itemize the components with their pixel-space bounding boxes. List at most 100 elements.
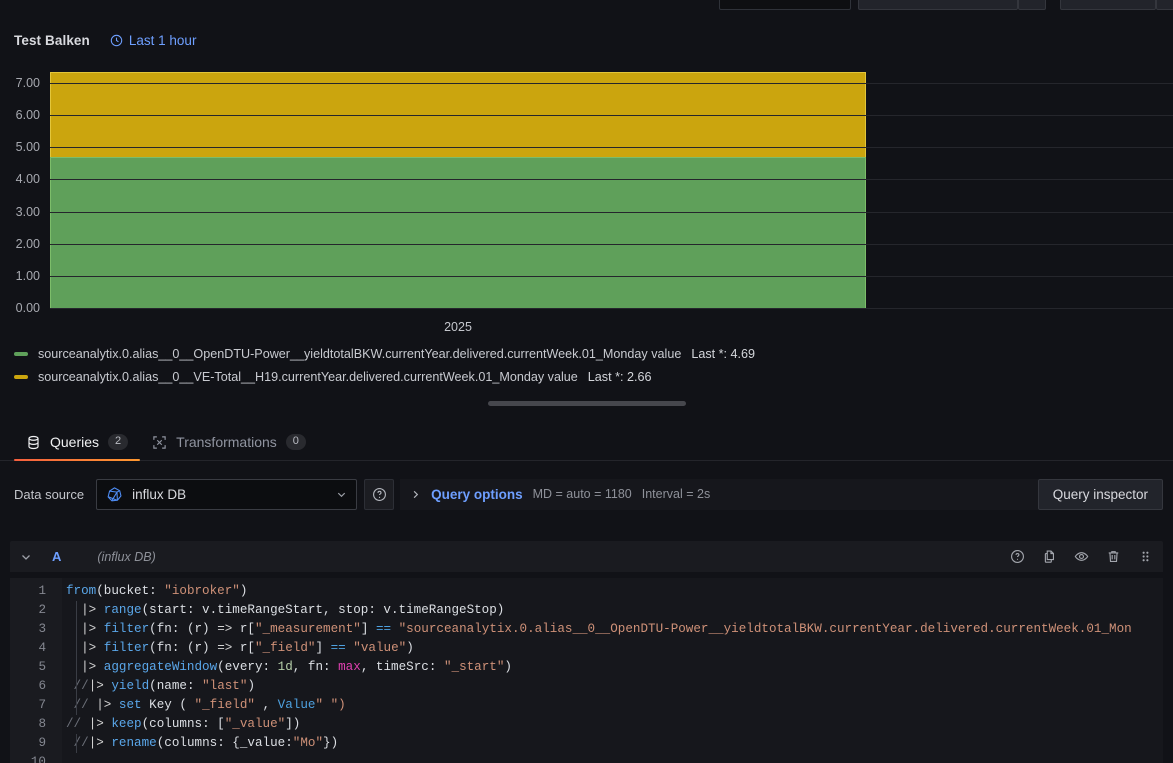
code-line[interactable]: 1 from(bucket: "iobroker")	[10, 582, 1163, 601]
x-axis-tick-label: 2025	[444, 320, 472, 334]
legend-series-name: sourceanalytix.0.alias__0__VE-Total__H19…	[38, 370, 578, 384]
tab-transformations-count: 0	[285, 433, 306, 451]
y-axis-tick: 7.00	[15, 76, 40, 90]
line-number: 7	[38, 698, 46, 712]
chevron-down-icon	[337, 492, 346, 497]
datasource-selected-value: influx DB	[132, 486, 187, 502]
query-row-actions	[1010, 549, 1153, 564]
editor-code[interactable]: 1 from(bucket: "iobroker") 2 |> range(star…	[10, 582, 1163, 763]
legend-color-swatch	[14, 375, 28, 379]
code-line[interactable]: 10	[10, 753, 1163, 763]
query-ref-id[interactable]: A	[52, 549, 61, 564]
code-line[interactable]: 7 // |> set Key ( "_field" , Value" ")	[10, 696, 1163, 715]
grafana-panel-editor: Test Balken Last 1 hour 0.00 1.00 2.00 3.00…	[0, 0, 1173, 763]
legend-stat-value: Last *: 4.69	[691, 347, 756, 361]
influxdb-icon	[107, 486, 122, 501]
gridline	[50, 243, 1173, 245]
line-text: // |> set Key ( "_field" , Value" ")	[66, 698, 346, 712]
code-line[interactable]: 3 |> filter(fn: (r) => r["_measurement"]…	[10, 620, 1163, 639]
legend-item[interactable]: sourceanalytix.0.alias__0__VE-Total__H19…	[14, 370, 755, 384]
gridline	[50, 211, 1173, 213]
code-line[interactable]: 9 //|> rename(columns: {_value:"Mo"})	[10, 734, 1163, 753]
line-number: 6	[38, 679, 46, 693]
drag-handle-icon[interactable]	[1138, 549, 1153, 564]
query-inspector-button[interactable]: Query inspector	[1037, 478, 1163, 510]
toolbar-timepicker-box[interactable]	[858, 0, 1018, 10]
toolbar-search-box[interactable]	[719, 0, 851, 10]
chevron-down-icon[interactable]	[20, 551, 32, 563]
query-row-a: A (influx DB)	[10, 541, 1163, 572]
tab-active-underline	[14, 458, 141, 461]
line-text: |> filter(fn: (r) => r["_measurement"] =…	[66, 622, 1132, 636]
gridline	[50, 308, 1173, 309]
toolbar-zoom-out-box[interactable]	[1018, 0, 1046, 10]
y-axis-tick: 3.00	[15, 204, 40, 219]
bar-chart-panel: 0.00 1.00 2.00 3.00 4.00 5.00 6.00 7.00 2025 so…	[0, 62, 1173, 392]
y-axis-tick: 0.00	[15, 301, 40, 315]
query-options-interval: Interval = 2s	[641, 487, 711, 501]
indent-guide	[76, 620, 77, 639]
time-range-picker[interactable]: Last 1 hour	[110, 32, 197, 48]
scrollbar-thumb[interactable]	[488, 401, 686, 406]
y-axis: 0.00 1.00 2.00 3.00 4.00 5.00 6.00 7.00	[0, 62, 46, 317]
code-line[interactable]: 2 |> range(start: v.timeRangeStart, stop…	[10, 601, 1163, 620]
datasource-help-button[interactable]	[364, 478, 395, 510]
gridline	[50, 275, 1173, 277]
gridline	[50, 179, 1173, 181]
legend-color-swatch	[14, 352, 28, 356]
duplicate-icon[interactable]	[1042, 549, 1057, 564]
query-options-md: MD = auto = 1180	[532, 487, 632, 501]
y-axis-tick: 1.00	[15, 268, 40, 283]
code-line[interactable]: 4 |> filter(fn: (r) => r["_field"] == "v…	[10, 639, 1163, 658]
line-number: 3	[38, 622, 46, 636]
page-title: Test Balken	[14, 32, 90, 48]
line-text: |> filter(fn: (r) => r["_field"] == "val…	[66, 641, 414, 655]
editor-tabs: Queries 2 Transformations 0	[0, 424, 1173, 461]
legend-stat-value: Last *: 2.66	[587, 370, 652, 384]
line-number: 1	[38, 584, 46, 598]
toolbar-more-box[interactable]	[1156, 0, 1173, 10]
y-axis-tick: 5.00	[15, 140, 40, 155]
question-circle-icon	[372, 487, 386, 501]
line-text: //|> rename(columns: {_value:"Mo"})	[66, 736, 339, 750]
legend-item[interactable]: sourceanalytix.0.alias__0__OpenDTU-Power…	[14, 347, 755, 361]
line-number: 5	[38, 660, 46, 674]
datasource-picker[interactable]: influx DB	[96, 478, 358, 510]
horizontal-scrollbar[interactable]	[0, 398, 1173, 408]
code-line[interactable]: 8 // |> keep(columns: ["_value"])	[10, 715, 1163, 734]
indent-guide	[76, 734, 77, 753]
bar-stack-2025[interactable]	[50, 71, 866, 308]
gridline	[50, 115, 1173, 117]
code-line[interactable]: 6 //|> yield(name: "last")	[10, 677, 1163, 696]
tab-transformations-label: Transformations	[176, 434, 277, 450]
indent-guide	[76, 658, 77, 677]
tab-queries[interactable]: Queries 2	[14, 424, 141, 461]
eye-icon[interactable]	[1074, 549, 1089, 564]
datasource-label: Data source	[14, 486, 85, 502]
query-options-label[interactable]: Query options	[431, 487, 523, 502]
toolbar-refresh-box[interactable]	[1060, 0, 1156, 10]
chart-legend: sourceanalytix.0.alias__0__OpenDTU-Power…	[14, 347, 755, 384]
tab-transformations[interactable]: Transformations 0	[140, 424, 318, 460]
trash-icon[interactable]	[1106, 549, 1121, 564]
tab-queries-label: Queries	[50, 434, 100, 450]
gridline	[50, 83, 1173, 84]
line-number: 8	[38, 717, 46, 731]
line-text: |> aggregateWindow(every: 1d, fn: max, t…	[66, 660, 512, 674]
line-number: 10	[30, 755, 46, 763]
help-icon[interactable]	[1010, 549, 1025, 564]
flux-query-editor[interactable]: 1 from(bucket: "iobroker") 2 |> range(star…	[10, 578, 1163, 763]
indent-guide	[76, 677, 77, 696]
database-icon	[28, 435, 39, 449]
line-text: |> range(start: v.timeRangeStart, stop: …	[66, 603, 505, 617]
time-range-label: Last 1 hour	[128, 32, 197, 48]
indent-guide	[76, 639, 77, 658]
chevron-right-icon	[413, 490, 419, 498]
code-line[interactable]: 5 |> aggregateWindow(every: 1d, fn: max,…	[10, 658, 1163, 677]
gridline	[50, 147, 1173, 149]
line-text: from(bucket: "iobroker")	[66, 584, 248, 598]
query-options-bar[interactable]: Query options MD = auto = 1180 Interval …	[400, 478, 1038, 510]
y-axis-tick: 2.00	[15, 236, 40, 251]
indent-guide	[76, 696, 77, 715]
plot-area	[50, 71, 1173, 309]
